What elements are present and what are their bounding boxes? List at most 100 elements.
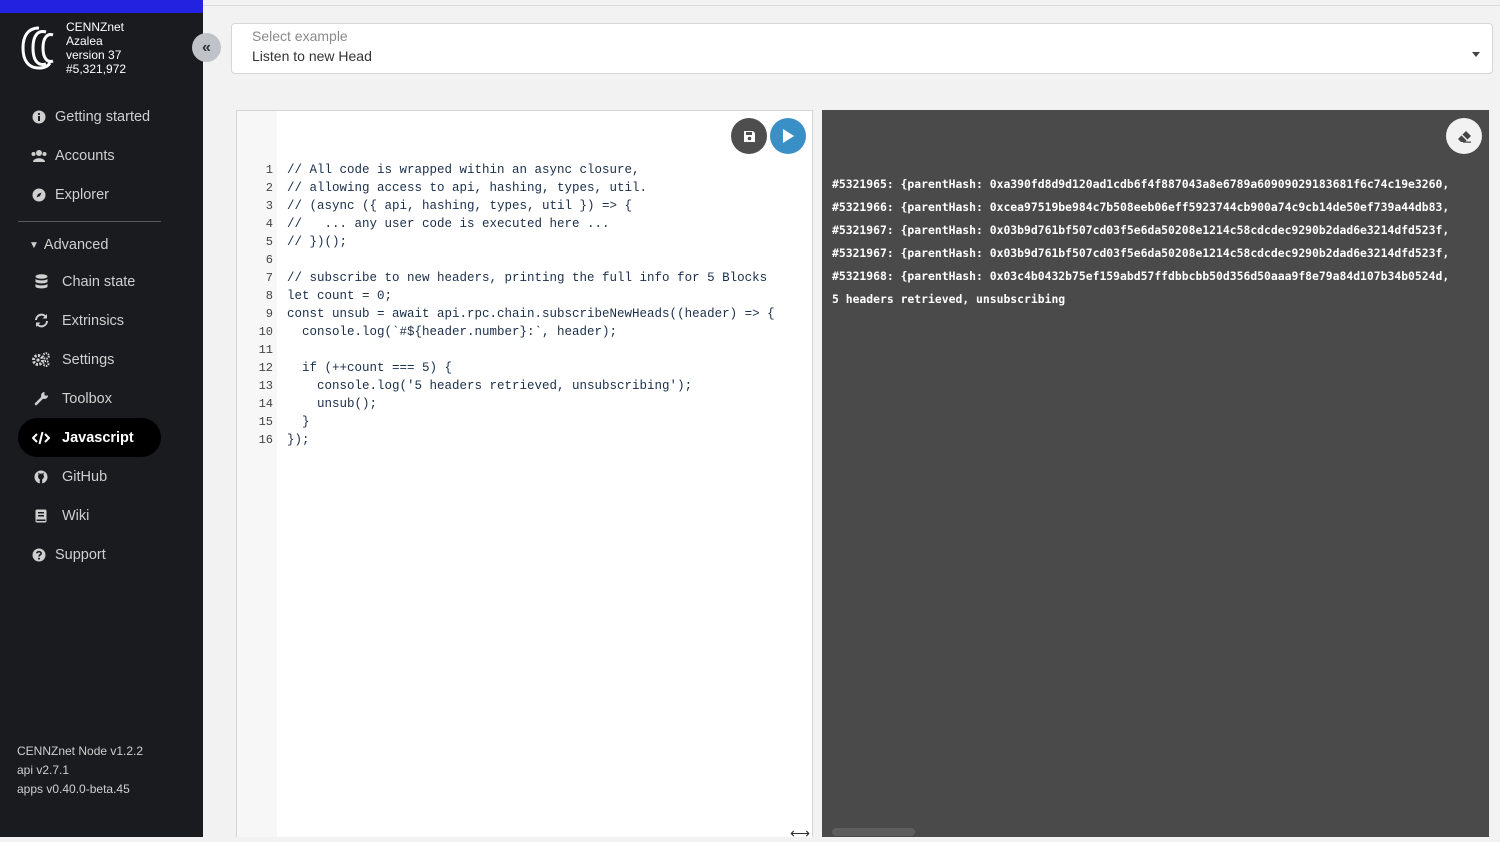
console-output: #5321965: {parentHash: 0xa390fd8d9d120ad… — [822, 110, 1489, 837]
wrench-icon — [32, 391, 50, 407]
save-icon — [743, 130, 755, 142]
code-line: 10 console.log(`#${header.number}:`, hea… — [237, 323, 812, 341]
code-text: // subscribe to new headers, printing th… — [287, 271, 768, 285]
sidebar-item-toolbox[interactable]: Toolbox — [18, 379, 161, 418]
sidebar-item-explorer[interactable]: Explorer — [18, 175, 161, 214]
code-line: 9 const unsub = await api.rpc.chain.subsc… — [237, 305, 812, 323]
code-text: if (++count === 5) { — [287, 361, 453, 375]
console-line: #5321966: {parentHash: 0xcea97519be984c7… — [832, 200, 1450, 214]
example-select-label: Select example — [252, 28, 348, 44]
sidebar-item-label: Extrinsics — [62, 312, 125, 329]
code-line: 5 // })(); — [237, 233, 812, 251]
code-icon — [32, 430, 50, 446]
sync-icon — [32, 313, 50, 329]
double-chevron-left-icon: « — [202, 38, 211, 56]
code-line: 12 if (++count === 5) { — [237, 359, 812, 377]
apps-version: apps v0.40.0-beta.45 — [17, 782, 130, 796]
line-number: 16 — [258, 433, 273, 447]
code-text: // All code is wrapped within an async c… — [287, 163, 640, 177]
sidebar-section-advanced[interactable]: ▼ Advanced — [29, 237, 108, 253]
sidebar-item-label: Chain state — [62, 273, 136, 290]
main-content: Select example Listen to new Head 1 // Al… — [203, 0, 1500, 841]
sidebar-item-extrinsics[interactable]: Extrinsics — [18, 301, 161, 340]
sidebar-item-label: Settings — [62, 351, 115, 368]
line-number: 12 — [258, 361, 273, 375]
api-version: api v2.7.1 — [17, 763, 70, 777]
chain-info: CENNZnet Azalea version 37 #5,321,972 — [66, 20, 126, 76]
chain-network: Azalea — [66, 34, 103, 48]
line-number: 13 — [258, 379, 273, 393]
sidebar-item-wiki[interactable]: Wiki — [18, 496, 161, 535]
code-text: // allowing access to api, hashing, type… — [287, 181, 648, 195]
code-line: 14 unsub(); — [237, 395, 812, 413]
dropdown-arrow-icon — [1472, 52, 1480, 57]
chain-best-block: #5,321,972 — [66, 62, 127, 76]
console-line: #5321968: {parentHash: 0x03c4b0432b75ef1… — [832, 269, 1450, 283]
line-number: 4 — [265, 217, 273, 231]
line-number: 6 — [265, 253, 273, 267]
sidebar-item-settings[interactable]: Settings — [18, 340, 161, 379]
code-line: 2 // allowing access to api, hashing, typ… — [237, 179, 812, 197]
sidebar-item-getting-started[interactable]: Getting started — [18, 97, 161, 136]
code-line: 8 let count = 0; — [237, 287, 812, 305]
code-text: // })(); — [287, 235, 348, 249]
sidebar-item-javascript[interactable]: Javascript — [18, 418, 161, 457]
play-icon — [783, 129, 794, 143]
line-number: 8 — [265, 289, 273, 303]
compass-icon — [30, 187, 48, 203]
line-number: 3 — [265, 199, 273, 213]
code-text: const unsub = await api.rpc.chain.subscr… — [287, 307, 775, 321]
sidebar-divider — [18, 221, 161, 222]
example-select-value: Listen to new Head — [252, 48, 372, 64]
collapse-sidebar-button[interactable]: « — [192, 33, 221, 62]
version-info: CENNZnet Node v1.2.2 api v2.7.1 apps v0.… — [17, 742, 143, 799]
line-number: 14 — [258, 397, 273, 411]
clear-console-button[interactable] — [1446, 118, 1482, 154]
sidebar-section-label: Advanced — [43, 237, 109, 253]
code-editor[interactable]: 1 // All code is wrapped within an async … — [236, 110, 813, 837]
line-number: 15 — [258, 415, 273, 429]
book-icon — [32, 508, 50, 524]
code-text: } — [287, 415, 310, 429]
console-line: 5 headers retrieved, unsubscribing — [832, 292, 1066, 306]
code-lines[interactable]: 1 // All code is wrapped within an async … — [237, 161, 812, 449]
horizontal-scrollbar[interactable] — [832, 828, 915, 836]
code-text: console.log(`#${header.number}:`, header… — [287, 325, 618, 339]
line-number: 11 — [258, 343, 273, 357]
code-line: 1 // All code is wrapped within an async … — [237, 161, 812, 179]
sidebar-item-label: Javascript — [62, 429, 134, 446]
cennznet-logo-icon — [21, 26, 54, 70]
sidebar-item-label: Explorer — [55, 186, 109, 203]
sidebar-item-label: Wiki — [62, 507, 90, 524]
console-line: #5321967: {parentHash: 0x03b9d761bf507cd… — [832, 246, 1450, 260]
line-number: 7 — [265, 271, 273, 285]
sidebar-item-label: Support — [55, 546, 106, 563]
resize-handle-icon[interactable]: ⟷ — [790, 825, 810, 842]
sidebar-item-accounts[interactable]: Accounts — [18, 136, 161, 175]
sidebar-item-support[interactable]: Support — [18, 535, 161, 574]
line-number: 10 — [258, 325, 273, 339]
sidebar-item-chain-state[interactable]: Chain state — [18, 262, 161, 301]
eraser-icon — [1457, 130, 1471, 143]
database-icon — [32, 274, 50, 290]
example-select[interactable]: Select example Listen to new Head — [231, 23, 1493, 74]
info-icon — [30, 109, 48, 125]
line-number: 2 — [265, 181, 273, 195]
console-line: #5321965: {parentHash: 0xa390fd8d9d120ad… — [832, 177, 1450, 191]
line-number: 9 — [265, 307, 273, 321]
save-snippet-button[interactable] — [731, 118, 767, 154]
run-button[interactable] — [770, 118, 806, 154]
question-icon — [30, 547, 48, 563]
code-line: 15 } — [237, 413, 812, 431]
cogs-icon — [32, 352, 50, 368]
sidebar-item-label: Getting started — [55, 108, 151, 125]
node-version: CENNZnet Node v1.2.2 — [17, 744, 144, 758]
sidebar-item-github[interactable]: GitHub — [18, 457, 161, 496]
sidebar: CENNZnet Azalea version 37 #5,321,972 Ge… — [0, 0, 203, 837]
sidebar-item-label: GitHub — [62, 468, 108, 485]
line-number: 5 — [265, 235, 273, 249]
console-lines: #5321965: {parentHash: 0xa390fd8d9d120ad… — [832, 173, 1449, 311]
code-text: }); — [287, 433, 310, 447]
console-line: #5321967: {parentHash: 0x03b9d761bf507cd… — [832, 223, 1450, 237]
network-accent-bar — [0, 0, 203, 13]
